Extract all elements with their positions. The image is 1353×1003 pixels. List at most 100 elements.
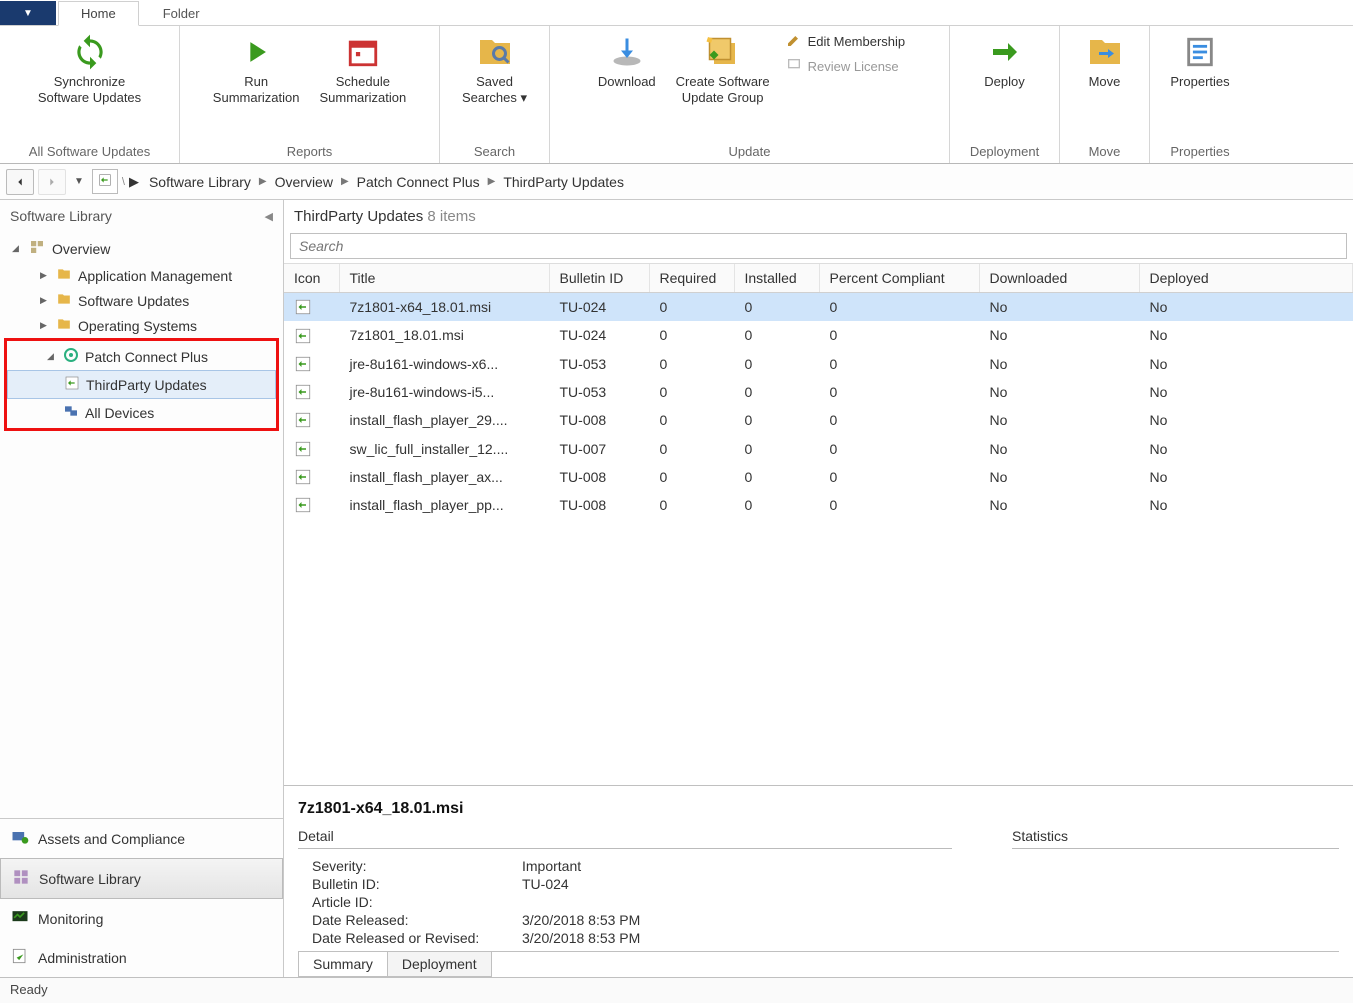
col-downloaded[interactable]: Downloaded xyxy=(979,264,1139,293)
crumb-3[interactable]: ThirdParty Updates xyxy=(503,174,624,190)
cell-title: install_flash_player_ax... xyxy=(339,463,549,491)
cell-installed: 0 xyxy=(734,293,819,322)
saved-searches-button[interactable]: Saved Searches ▾ xyxy=(452,28,537,109)
col-title[interactable]: Title xyxy=(339,264,549,293)
cell-downloaded: No xyxy=(979,293,1139,322)
back-button[interactable] xyxy=(6,169,34,195)
col-percent[interactable]: Percent Compliant xyxy=(819,264,979,293)
tree-all-devices[interactable]: All Devices xyxy=(7,399,276,426)
edit-membership-button[interactable]: Edit Membership xyxy=(786,32,906,51)
collapse-icon[interactable]: ◀ xyxy=(265,210,273,223)
wunder-assets[interactable]: Assets and Compliance xyxy=(0,819,283,858)
cell-percent: 0 xyxy=(819,491,979,519)
sync-updates-button[interactable]: Synchronize Software Updates xyxy=(28,28,151,109)
tab-folder[interactable]: Folder xyxy=(141,2,222,25)
tab-summary[interactable]: Summary xyxy=(298,952,388,977)
table-row[interactable]: 7z1801-x64_18.01.msiTU-024000NoNo xyxy=(284,293,1353,322)
cell-downloaded: No xyxy=(979,434,1139,462)
cell-bulletin: TU-053 xyxy=(549,378,649,406)
app-menu-button[interactable]: ▼ xyxy=(0,1,56,25)
tree-operating-systems[interactable]: ▶ Operating Systems xyxy=(0,313,283,338)
table-row[interactable]: install_flash_player_ax...TU-008000NoNo xyxy=(284,463,1353,491)
nav-panel-header: Software Library ◀ xyxy=(0,200,283,232)
cell-installed: 0 xyxy=(734,491,819,519)
cell-required: 0 xyxy=(649,350,734,378)
cell-percent: 0 xyxy=(819,434,979,462)
cell-deployed: No xyxy=(1139,293,1353,322)
properties-button[interactable]: Properties xyxy=(1160,28,1239,94)
crumb-1[interactable]: Overview xyxy=(275,174,333,190)
cell-required: 0 xyxy=(649,293,734,322)
cell-installed: 0 xyxy=(734,321,819,349)
run-summarization-button[interactable]: Run Summarization xyxy=(203,28,310,109)
table-row[interactable]: jre-8u161-windows-i5...TU-053000NoNo xyxy=(284,378,1353,406)
detail-row: Severity:Important xyxy=(298,857,952,875)
folder-icon xyxy=(56,292,72,309)
row-icon xyxy=(284,434,339,462)
expander-icon[interactable]: ◢ xyxy=(12,243,22,254)
tab-home[interactable]: Home xyxy=(58,1,139,26)
tab-deployment[interactable]: Deployment xyxy=(387,952,492,977)
table-row[interactable]: install_flash_player_pp...TU-008000NoNo xyxy=(284,491,1353,519)
cell-bulletin: TU-007 xyxy=(549,434,649,462)
history-dropdown-icon[interactable]: ▼ xyxy=(70,176,88,187)
expander-icon[interactable]: ▶ xyxy=(40,320,50,331)
tree-software-updates[interactable]: ▶ Software Updates xyxy=(0,288,283,313)
download-button[interactable]: Download xyxy=(588,28,666,94)
assets-icon xyxy=(10,827,30,850)
cell-title: 7z1801-x64_18.01.msi xyxy=(339,293,549,322)
table-row[interactable]: sw_lic_full_installer_12....TU-007000NoN… xyxy=(284,434,1353,462)
cell-deployed: No xyxy=(1139,321,1353,349)
forward-button[interactable] xyxy=(38,169,66,195)
wunder-software-library[interactable]: Software Library xyxy=(0,858,283,899)
col-icon[interactable]: Icon xyxy=(284,264,339,293)
ribbon: Synchronize Software Updates All Softwar… xyxy=(0,26,1353,164)
create-update-group-button[interactable]: Create Software Update Group xyxy=(666,28,780,109)
cell-bulletin: TU-053 xyxy=(549,350,649,378)
col-required[interactable]: Required xyxy=(649,264,734,293)
table-row[interactable]: 7z1801_18.01.msiTU-024000NoNo xyxy=(284,321,1353,349)
crumb-0[interactable]: Software Library xyxy=(149,174,251,190)
col-deployed[interactable]: Deployed xyxy=(1139,264,1353,293)
wunder-administration[interactable]: Administration xyxy=(0,938,283,977)
cell-required: 0 xyxy=(649,378,734,406)
cell-required: 0 xyxy=(649,463,734,491)
tree-overview[interactable]: ◢ Overview xyxy=(0,234,283,263)
wunder-monitoring[interactable]: Monitoring xyxy=(0,899,283,938)
deploy-button[interactable]: Deploy xyxy=(974,28,1034,94)
detail-value: 3/20/2018 8:53 PM xyxy=(522,930,640,946)
move-button[interactable]: Move xyxy=(1075,28,1135,94)
schedule-summarization-button[interactable]: Schedule Summarization xyxy=(310,28,417,109)
col-bulletin[interactable]: Bulletin ID xyxy=(549,264,649,293)
create-group-icon xyxy=(703,32,743,72)
col-installed[interactable]: Installed xyxy=(734,264,819,293)
cell-bulletin: TU-008 xyxy=(549,406,649,434)
cell-percent: 0 xyxy=(819,378,979,406)
tab-bar: ▼ Home Folder xyxy=(0,0,1353,26)
cell-percent: 0 xyxy=(819,293,979,322)
expander-icon[interactable]: ▶ xyxy=(40,270,50,281)
deploy-icon xyxy=(985,32,1025,72)
cell-required: 0 xyxy=(649,434,734,462)
expander-icon[interactable]: ▶ xyxy=(40,295,50,306)
cell-percent: 0 xyxy=(819,463,979,491)
review-license-button[interactable]: Review License xyxy=(786,57,906,76)
expander-icon[interactable]: ◢ xyxy=(47,351,57,362)
cell-downloaded: No xyxy=(979,491,1139,519)
highlight-annotation: ◢ Patch Connect Plus ThirdParty Updates … xyxy=(4,338,279,431)
table-row[interactable]: jre-8u161-windows-x6...TU-053000NoNo xyxy=(284,350,1353,378)
crumb-2[interactable]: Patch Connect Plus xyxy=(357,174,480,190)
pcp-icon xyxy=(63,347,79,366)
table-row[interactable]: install_flash_player_29....TU-008000NoNo xyxy=(284,406,1353,434)
admin-icon xyxy=(10,946,30,969)
overview-icon xyxy=(28,238,46,259)
cell-downloaded: No xyxy=(979,406,1139,434)
cell-required: 0 xyxy=(649,321,734,349)
cell-deployed: No xyxy=(1139,463,1353,491)
tree-patch-connect-plus[interactable]: ◢ Patch Connect Plus xyxy=(7,343,276,370)
search-input[interactable] xyxy=(290,233,1347,259)
group-move: Move xyxy=(1064,141,1145,163)
tree-thirdparty-updates[interactable]: ThirdParty Updates xyxy=(7,370,276,399)
tree-app-mgmt[interactable]: ▶ Application Management xyxy=(0,263,283,288)
cell-required: 0 xyxy=(649,491,734,519)
